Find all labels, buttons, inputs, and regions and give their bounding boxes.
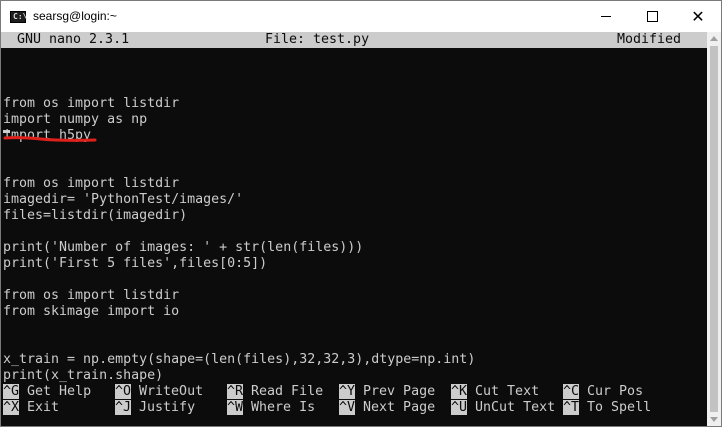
shortcut-next-page[interactable]: ^V Next Page (339, 400, 435, 416)
shortcut-exit[interactable]: ^X Exit (3, 400, 59, 416)
terminal-area[interactable]: GNU nano 2.3.1 File: test.py Modified fr… (1, 32, 721, 426)
close-button[interactable]: ✕ (675, 1, 721, 32)
shortcut-get-help[interactable]: ^G Get Help (3, 384, 91, 400)
code-line: imagedir= 'PythonTest/images/' (3, 192, 244, 207)
window-title: searsg@login:~ (33, 9, 117, 23)
command-prompt-icon[interactable]: C:\ (10, 11, 27, 23)
scroll-down-icon[interactable] (710, 417, 718, 422)
shortcut-writeout[interactable]: ^O WriteOut (115, 384, 203, 400)
code-line: from os import listdir (3, 176, 180, 191)
title-bar[interactable]: C:\ searsg@login:~ ✕ (1, 1, 721, 32)
red-underline-annotation (3, 136, 97, 142)
scroll-up-icon[interactable] (710, 36, 718, 41)
vertical-scrollbar[interactable] (707, 32, 721, 426)
code-line: from skimage import io (3, 304, 180, 319)
maximize-button[interactable] (629, 1, 675, 32)
shortcut-cur-pos[interactable]: ^C Cur Pos (563, 384, 643, 400)
shortcut-prev-page[interactable]: ^Y Prev Page (339, 384, 435, 400)
shortcut-cut-text[interactable]: ^K Cut Text (451, 384, 539, 400)
code-line: print('Number of images: ' + str(len(fil… (3, 240, 364, 255)
close-icon: ✕ (691, 7, 705, 26)
shortcut-bar: ^G Get Help ^O WriteOut ^R Read File ^Y … (3, 384, 709, 416)
minimize-button[interactable] (583, 1, 629, 32)
code-line: x_train = np.empty(shape=(len(files),32,… (3, 352, 476, 367)
shortcut-read-file[interactable]: ^R Read File (227, 384, 323, 400)
scrollbar-thumb[interactable] (710, 46, 718, 412)
shortcut-justify[interactable]: ^J Justify (115, 400, 195, 416)
shortcut-where-is[interactable]: ^W Where Is (227, 400, 315, 416)
terminal-window: C:\ searsg@login:~ ✕ GNU nano 2.3.1 File… (0, 0, 722, 427)
shortcut-to-spell[interactable]: ^T To Spell (563, 400, 651, 416)
shortcut-uncut-text[interactable]: ^U UnCut Text (451, 400, 555, 416)
code-line: files=listdir(imagedir) (3, 208, 188, 223)
minimize-icon (601, 16, 611, 17)
code-line: print('First 5 files',files[0:5]) (3, 256, 268, 271)
code-line: print(x_train.shape) (3, 368, 164, 383)
code-line: from os import listdir (3, 288, 180, 303)
maximize-icon (646, 11, 658, 22)
